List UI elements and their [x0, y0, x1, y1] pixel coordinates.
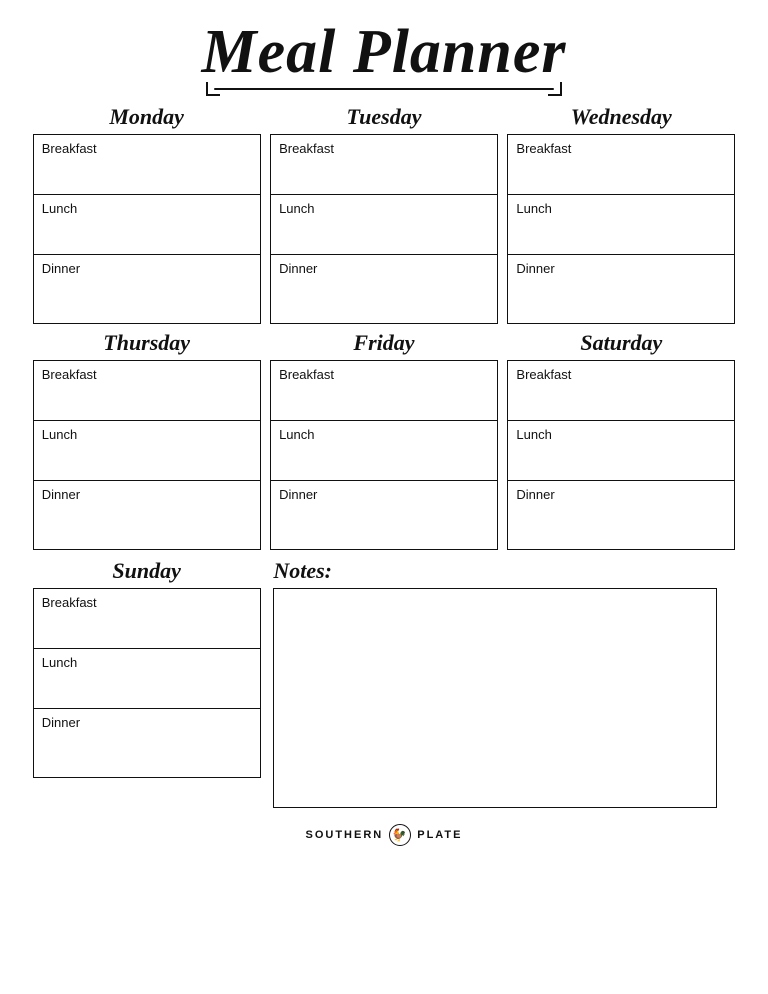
monday-dinner: Dinner — [34, 255, 260, 323]
sunday-section: Sunday Breakfast Lunch Dinner — [28, 558, 265, 808]
title-underline — [214, 88, 554, 90]
page-title: Meal Planner — [201, 18, 566, 86]
wednesday-label: Wednesday — [571, 104, 672, 130]
page: Meal Planner Monday Breakfast Lunch Dinn… — [0, 0, 768, 994]
friday-breakfast: Breakfast — [271, 361, 497, 421]
thursday-dinner: Dinner — [34, 481, 260, 549]
monday-section: Monday Breakfast Lunch Dinner — [28, 104, 265, 324]
sunday-breakfast: Breakfast — [34, 589, 260, 649]
friday-lunch: Lunch — [271, 421, 497, 481]
friday-dinner: Dinner — [271, 481, 497, 549]
saturday-dinner: Dinner — [508, 481, 734, 549]
week-row-1: Monday Breakfast Lunch Dinner Tuesday Br… — [28, 104, 740, 324]
monday-label: Monday — [109, 104, 184, 130]
bottom-row: Sunday Breakfast Lunch Dinner Notes: — [28, 558, 740, 808]
saturday-lunch: Lunch — [508, 421, 734, 481]
saturday-section: Saturday Breakfast Lunch Dinner — [503, 330, 740, 550]
friday-section: Friday Breakfast Lunch Dinner — [265, 330, 502, 550]
monday-lunch: Lunch — [34, 195, 260, 255]
thursday-lunch: Lunch — [34, 421, 260, 481]
monday-box: Breakfast Lunch Dinner — [33, 134, 261, 324]
tuesday-dinner: Dinner — [271, 255, 497, 323]
week-row-2: Thursday Breakfast Lunch Dinner Friday B… — [28, 330, 740, 550]
wednesday-section: Wednesday Breakfast Lunch Dinner — [503, 104, 740, 324]
thursday-section: Thursday Breakfast Lunch Dinner — [28, 330, 265, 550]
notes-box[interactable] — [273, 588, 716, 808]
sunday-dinner: Dinner — [34, 709, 260, 777]
saturday-box: Breakfast Lunch Dinner — [507, 360, 735, 550]
wednesday-breakfast: Breakfast — [508, 135, 734, 195]
thursday-box: Breakfast Lunch Dinner — [33, 360, 261, 550]
branding-right: PLATE — [417, 829, 462, 841]
tuesday-section: Tuesday Breakfast Lunch Dinner — [265, 104, 502, 324]
wednesday-dinner: Dinner — [508, 255, 734, 323]
saturday-breakfast: Breakfast — [508, 361, 734, 421]
tuesday-breakfast: Breakfast — [271, 135, 497, 195]
tuesday-lunch: Lunch — [271, 195, 497, 255]
tuesday-box: Breakfast Lunch Dinner — [270, 134, 498, 324]
wednesday-box: Breakfast Lunch Dinner — [507, 134, 735, 324]
tuesday-label: Tuesday — [347, 104, 422, 130]
branding: SOUTHERN 🐓 PLATE — [306, 824, 463, 846]
notes-section: Notes: — [265, 558, 740, 808]
sunday-lunch: Lunch — [34, 649, 260, 709]
friday-box: Breakfast Lunch Dinner — [270, 360, 498, 550]
branding-icon: 🐓 — [389, 824, 411, 846]
thursday-breakfast: Breakfast — [34, 361, 260, 421]
thursday-label: Thursday — [103, 330, 190, 356]
sunday-box: Breakfast Lunch Dinner — [33, 588, 261, 778]
monday-breakfast: Breakfast — [34, 135, 260, 195]
branding-left: SOUTHERN — [306, 829, 384, 841]
saturday-label: Saturday — [580, 330, 662, 356]
sunday-label: Sunday — [112, 558, 180, 584]
wednesday-lunch: Lunch — [508, 195, 734, 255]
notes-label: Notes: — [273, 558, 740, 584]
friday-label: Friday — [353, 330, 414, 356]
